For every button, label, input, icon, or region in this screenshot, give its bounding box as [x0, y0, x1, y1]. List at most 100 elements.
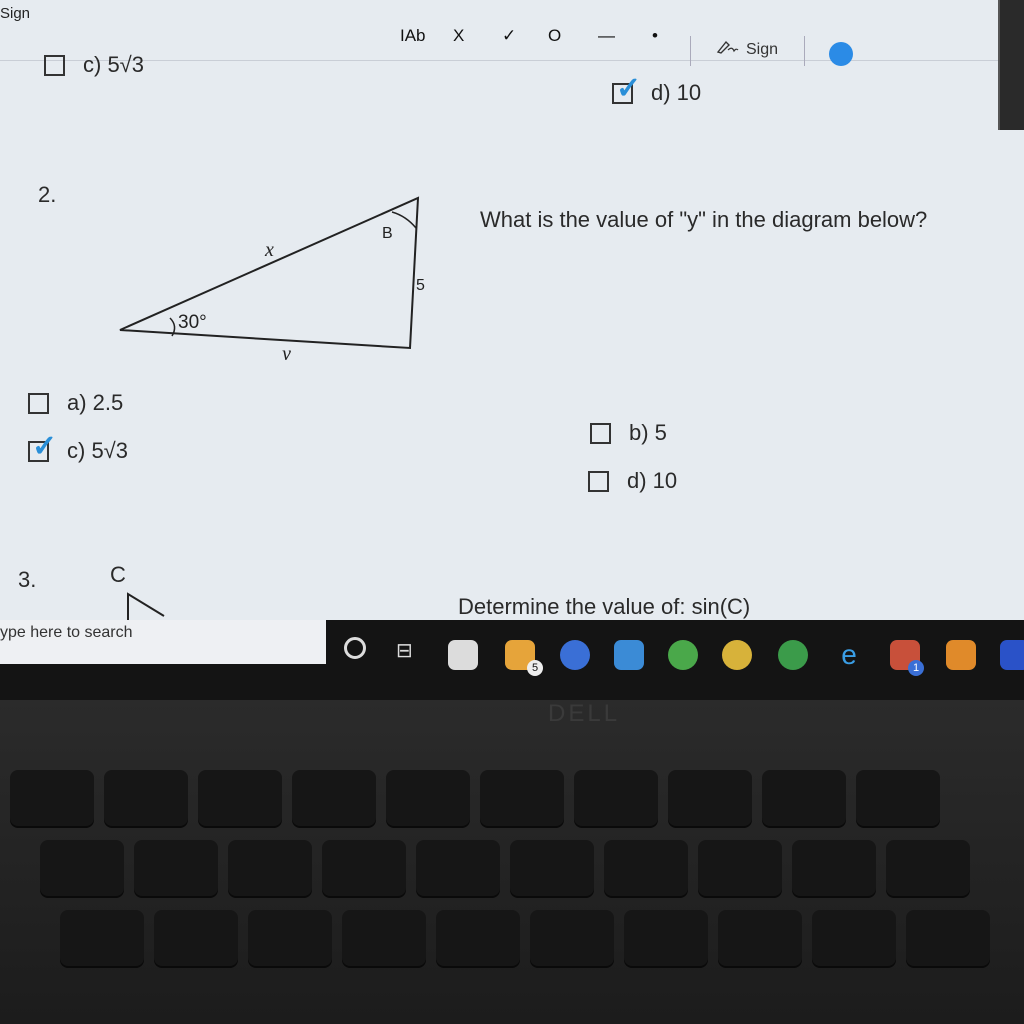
question-text: What is the value of "y" in the diagram … [480, 207, 928, 232]
toolbar-divider [804, 36, 805, 66]
pen-signature-icon [716, 40, 739, 54]
vertex-b-label: B [382, 225, 393, 242]
cortana-icon[interactable] [344, 637, 366, 659]
angle-label: 30° [178, 312, 207, 333]
teams-icon[interactable]: 1 [890, 640, 924, 676]
file-explorer-icon[interactable] [614, 640, 644, 670]
question-number: 3. [18, 567, 37, 592]
task-view-icon[interactable]: ⊟ [396, 638, 413, 663]
checkbox[interactable] [44, 54, 65, 76]
keyboard-key [292, 770, 376, 826]
vertex-c-label: C [110, 562, 126, 587]
side-5-label: 5 [416, 277, 425, 294]
cross-tool-button[interactable]: X [453, 26, 464, 46]
taskbar-search-input[interactable]: ype here to search [0, 620, 326, 664]
keyboard-key [812, 910, 896, 966]
prev-option-c[interactable]: c) 5√3 [44, 52, 144, 78]
internet-explorer-icon[interactable]: e [834, 640, 864, 670]
option-label: d) 10 [627, 468, 678, 493]
toolbar-divider [690, 36, 691, 66]
keyboard-key [154, 910, 238, 966]
keyboard-key [134, 840, 218, 896]
keyboard-key [762, 770, 846, 826]
keyboard-key [40, 840, 124, 896]
triangle-diagram: 30° B x y 5 [119, 196, 425, 360]
laptop-keyboard [0, 700, 1024, 1024]
side-x-label: x [264, 239, 274, 261]
chrome-icon[interactable] [778, 640, 808, 670]
acrobat-icon[interactable] [1000, 640, 1024, 670]
question-text: Determine the value of: sin(C) [458, 594, 751, 619]
keyboard-key [886, 840, 970, 896]
screen: Sign IAb X ✓ O — • Sign c) 5√3 ✓ d) 10 2… [0, 0, 1024, 700]
keyboard-key [198, 770, 282, 826]
keyboard-key [10, 770, 94, 826]
option-label: b) 5 [629, 420, 667, 445]
keyboard-key [574, 770, 658, 826]
option-c[interactable]: ✓ c) 5√3 [28, 430, 128, 464]
side-panel-edge [998, 0, 1024, 130]
search-placeholder: ype here to search [0, 624, 133, 641]
checkbox[interactable] [28, 392, 49, 414]
option-label: a) 2.5 [67, 390, 124, 415]
keyboard-key [342, 910, 426, 966]
notification-badge: 5 [527, 660, 543, 676]
keyboard-key [856, 770, 940, 826]
keyboard-key [228, 840, 312, 896]
checkbox-checked[interactable]: ✓ [28, 430, 57, 463]
keyboard-key [510, 840, 594, 896]
keyboard-key [668, 770, 752, 826]
checkbox[interactable] [590, 422, 611, 444]
keyboard-key [60, 910, 144, 966]
notification-badge: 1 [908, 660, 924, 676]
keyboard-key [248, 910, 332, 966]
keyboard-key [416, 840, 500, 896]
store-icon[interactable] [448, 640, 478, 670]
line-tool-button[interactable]: — [598, 26, 615, 46]
checkmark-icon: ✓ [32, 429, 58, 463]
keyboard-key [386, 770, 470, 826]
option-label: d) 10 [651, 80, 702, 105]
checkbox[interactable] [588, 470, 609, 492]
checkmark-icon: ✓ [616, 71, 642, 105]
option-a[interactable]: a) 2.5 [28, 390, 123, 416]
keyboard-key [322, 840, 406, 896]
dot-tool-button[interactable]: • [652, 26, 658, 46]
option-label: c) 5√3 [83, 52, 144, 77]
angle-arc-b [391, 211, 417, 229]
keyboard-key [104, 770, 188, 826]
annotation-toolbar: Sign IAb X ✓ O — • Sign [0, 0, 1000, 66]
keyboard-key [718, 910, 802, 966]
option-d[interactable]: d) 10 [588, 468, 677, 494]
keyboard-key [792, 840, 876, 896]
prev-option-d[interactable]: ✓ d) 10 [612, 72, 702, 106]
zoom-icon[interactable] [946, 640, 976, 670]
worksheet-page: Sign IAb X ✓ O — • Sign c) 5√3 ✓ d) 10 2… [0, 0, 1024, 640]
sign-label: Sign [746, 41, 779, 58]
text-tool-button[interactable]: IAb [400, 26, 426, 46]
triangle-outline [119, 196, 420, 350]
check-tool-button[interactable]: ✓ [502, 26, 516, 46]
keyboard-key [624, 910, 708, 966]
checkbox-checked[interactable]: ✓ [612, 72, 641, 105]
keyboard-key [604, 840, 688, 896]
mail-icon[interactable]: 5 [505, 640, 543, 676]
edge-beta-icon[interactable] [722, 640, 752, 670]
option-b[interactable]: b) 5 [590, 420, 667, 446]
dell-logo: DELL [548, 700, 621, 727]
circle-tool-button[interactable]: O [548, 26, 561, 46]
firefox-icon[interactable] [560, 640, 590, 670]
window-title: Sign [0, 5, 31, 22]
edge-icon[interactable] [668, 640, 698, 670]
side-y-label: y [280, 343, 291, 360]
keyboard-key [906, 910, 990, 966]
keyboard-key [436, 910, 520, 966]
color-picker-button[interactable] [829, 42, 853, 66]
keyboard-key [698, 840, 782, 896]
triangle-diagram-partial [127, 592, 165, 620]
keyboard-key [480, 770, 564, 826]
question-number: 2. [38, 182, 57, 207]
option-label: c) 5√3 [67, 438, 128, 463]
keyboard-key [530, 910, 614, 966]
sign-button[interactable]: Sign [716, 38, 778, 59]
